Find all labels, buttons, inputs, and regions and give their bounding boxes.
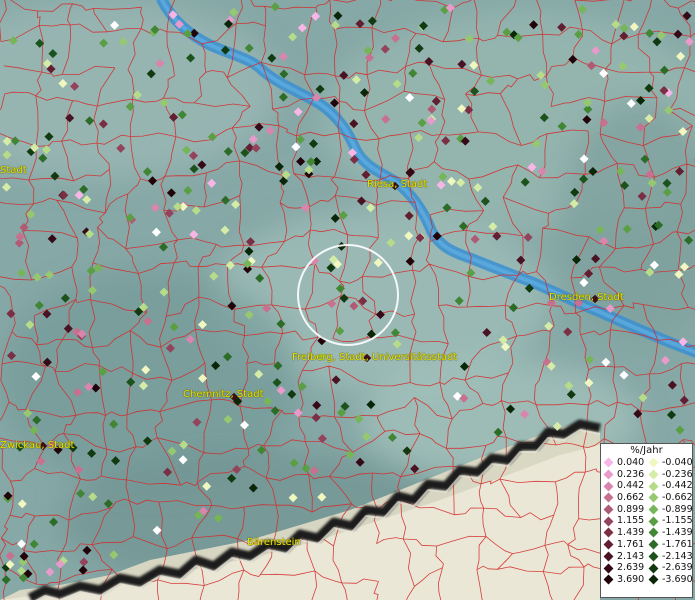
legend-row: 2.639 -2.639 [601, 562, 693, 574]
legend-value: 3.690 [617, 573, 645, 585]
legend-value: -0.899 [662, 503, 693, 515]
legend-value: 1.155 [617, 515, 645, 527]
legend-swatch [603, 528, 614, 538]
legend-swatch [603, 516, 614, 527]
legend-entry-pos: 1.155 [601, 515, 646, 527]
legend-entry-pos: 0.442 [601, 480, 646, 492]
legend-swatch [648, 469, 659, 480]
legend-swatch [648, 457, 659, 468]
legend-row: 0.899 -0.899 [601, 503, 693, 516]
legend-entry-neg: -0.236 [646, 468, 693, 481]
legend-swatch [648, 492, 659, 503]
legend-row: 0.662 -0.662 [601, 492, 693, 504]
legend-value: -1.761 [662, 538, 693, 550]
map-canvas[interactable]: Riesa, Stadt Dresden, Stadt Freiberg, St… [0, 0, 695, 600]
legend-value: -0.442 [662, 480, 693, 492]
legend-swatch [648, 539, 659, 550]
legend-swatch [603, 574, 614, 585]
legend-swatch [603, 539, 614, 550]
legend-row: 1.761 -1.761 [601, 538, 693, 551]
legend-value: 2.143 [617, 550, 645, 562]
legend-value: 0.442 [617, 480, 645, 492]
legend-swatch [648, 551, 659, 562]
legend-value: -0.040 [662, 457, 693, 468]
legend-row: 0.442 -0.442 [601, 480, 693, 492]
city-label-baerenstein[interactable]: Bärenstein [247, 537, 301, 548]
legend-entry-neg: -2.639 [646, 562, 693, 574]
legend-value: 0.662 [617, 492, 645, 504]
legend-entry-pos: 0.662 [601, 492, 646, 504]
legend-swatch [648, 574, 659, 585]
legend-value: 0.040 [617, 457, 645, 468]
legend-entry-neg: -0.899 [646, 503, 693, 516]
city-label-dresden[interactable]: Dresden, Stadt [549, 292, 624, 303]
legend-value: -2.639 [662, 562, 693, 574]
legend-row: 3.690 -3.690 [601, 573, 693, 586]
legend-swatch [603, 457, 614, 468]
legend-swatch [648, 504, 659, 515]
city-label-edge-west[interactable]: Stadt [0, 165, 27, 176]
legend-entry-pos: 0.040 [601, 457, 646, 469]
legend-value: 1.439 [617, 527, 645, 539]
legend-entry-pos: 2.639 [601, 562, 646, 574]
legend-swatch [648, 516, 659, 527]
legend-swatch [648, 563, 659, 573]
legend-swatch [603, 504, 614, 515]
legend-swatch [603, 551, 614, 562]
legend-value: -0.236 [662, 468, 693, 480]
legend-row: 2.143 -2.143 [601, 550, 693, 563]
legend-swatch [603, 563, 614, 573]
legend-entry-pos: 0.236 [601, 469, 646, 481]
legend-rows: 0.040 -0.040 0.236 -0.236 0.442 -0.442 0.662 -0… [601, 457, 693, 586]
legend-entry-neg: -1.439 [646, 527, 693, 539]
legend-value: -1.155 [662, 515, 693, 527]
legend-row: 1.439 -1.439 [601, 527, 693, 539]
legend-row: 0.236 -0.236 [601, 468, 693, 481]
legend-entry-neg: -2.143 [646, 550, 693, 563]
legend-value: -2.143 [662, 550, 693, 562]
legend-entry-pos: 0.899 [601, 504, 646, 516]
legend-entry-pos: 3.690 [601, 574, 646, 586]
legend-value: -1.439 [662, 527, 693, 539]
legend-swatch [648, 528, 659, 538]
legend-swatch [603, 492, 614, 503]
legend-swatch [603, 481, 614, 492]
legend-row: 0.040 -0.040 [601, 457, 693, 469]
legend-swatch [603, 469, 614, 480]
legend-entry-pos: 2.143 [601, 551, 646, 563]
legend: %/Jahr 0.040 -0.040 0.236 -0.236 0.442 -0.442… [600, 443, 693, 598]
legend-entry-neg: -1.155 [646, 515, 693, 527]
legend-value: -3.690 [662, 573, 693, 585]
legend-value: 0.236 [617, 468, 645, 480]
legend-entry-neg: -1.761 [646, 538, 693, 551]
city-label-zwickau[interactable]: Zwickau, Stadt [0, 440, 74, 451]
legend-title: %/Jahr [630, 445, 663, 456]
legend-entry-pos: 1.439 [601, 527, 646, 539]
legend-swatch [648, 481, 659, 492]
legend-entry-neg: -0.662 [646, 492, 693, 504]
legend-entry-neg: -0.040 [646, 457, 693, 469]
legend-entry-neg: -0.442 [646, 480, 693, 492]
city-label-riesa[interactable]: Riesa, Stadt [367, 179, 427, 190]
legend-value: 0.899 [617, 503, 645, 515]
legend-value: 1.761 [617, 538, 645, 550]
legend-value: -0.662 [662, 492, 693, 504]
legend-row: 1.155 -1.155 [601, 515, 693, 527]
legend-entry-pos: 1.761 [601, 539, 646, 551]
city-label-chemnitz[interactable]: Chemnitz, Stadt [183, 389, 264, 400]
city-label-freiberg[interactable]: Freiberg, Stadt, Universitätsstadt [292, 352, 457, 363]
legend-value: 2.639 [617, 562, 645, 574]
legend-entry-neg: -3.690 [646, 573, 693, 586]
